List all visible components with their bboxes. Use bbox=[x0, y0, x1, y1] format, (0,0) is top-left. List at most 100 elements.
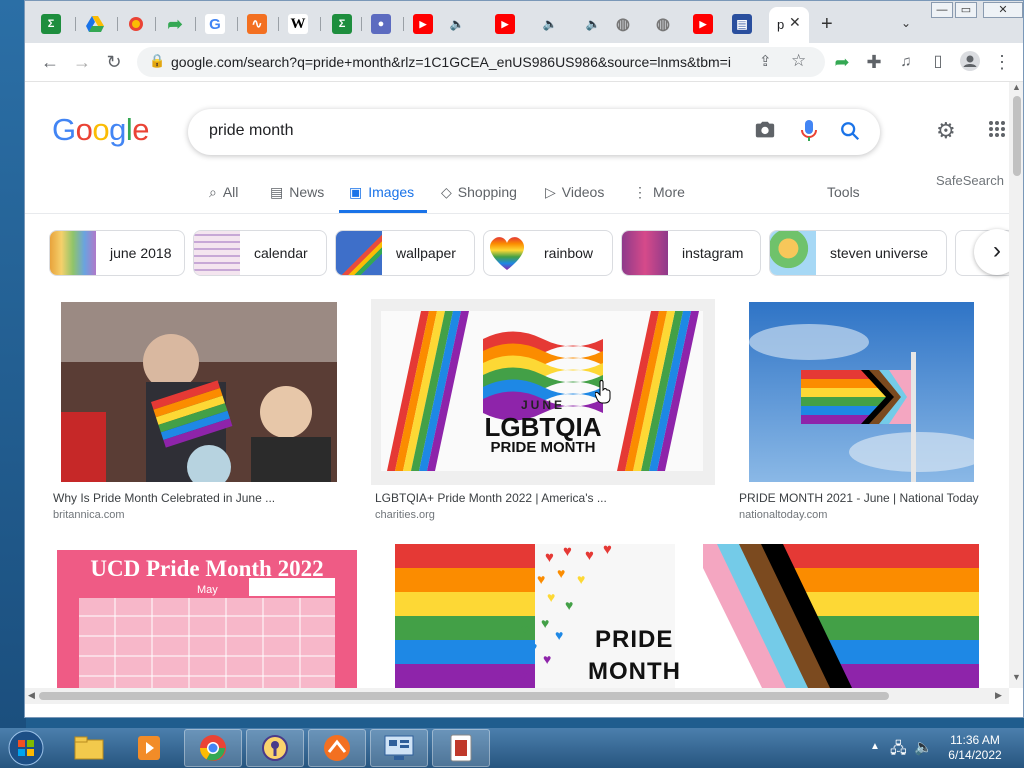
horizontal-scrollbar[interactable]: ◀ ▶ bbox=[25, 688, 1009, 704]
svg-text:♥: ♥ bbox=[557, 565, 565, 581]
play-icon: ▷ bbox=[545, 183, 556, 200]
tab-all[interactable]: ⌕ All bbox=[209, 182, 238, 202]
settings-gear-icon[interactable]: ⚙ bbox=[936, 118, 956, 144]
result-title[interactable]: LGBTQIA+ Pride Month 2022 | America's ..… bbox=[375, 491, 675, 505]
apps-grid-icon[interactable] bbox=[988, 120, 1006, 143]
globe-tab-icon-2[interactable]: ◍ bbox=[653, 14, 673, 34]
orange-app-tab-icon[interactable]: ∿ bbox=[247, 14, 267, 34]
image-result[interactable]: PRIDE MONTH 2021 - June | National Today… bbox=[739, 302, 979, 521]
wikipedia-tab-icon[interactable]: W bbox=[288, 14, 308, 34]
app-tab-icon[interactable]: ▤ bbox=[732, 14, 752, 34]
active-tab[interactable]: p ✕ bbox=[769, 7, 809, 43]
share-extension-icon[interactable]: ➦ bbox=[831, 51, 853, 73]
start-button[interactable] bbox=[4, 728, 48, 768]
horizontal-scroll-thumb[interactable] bbox=[39, 692, 889, 700]
safesearch-label[interactable]: SafeSearch bbox=[936, 173, 1004, 188]
tab-videos[interactable]: ▷ Videos bbox=[545, 182, 604, 202]
show-hidden-icons-icon[interactable]: ▲ bbox=[870, 741, 880, 752]
scroll-down-icon[interactable]: ▼ bbox=[1012, 672, 1021, 682]
tools-button[interactable]: Tools bbox=[827, 182, 860, 202]
colorful-tab-icon[interactable] bbox=[126, 14, 146, 34]
search-query[interactable]: pride month bbox=[209, 122, 294, 140]
image-result[interactable]: UCD Pride Month 2022 May bbox=[57, 550, 357, 688]
extensions-puzzle-icon[interactable]: ✚ bbox=[863, 51, 885, 73]
forward-arrow-icon[interactable]: → bbox=[71, 51, 93, 73]
tab-shopping[interactable]: ◇ Shopping bbox=[441, 182, 517, 202]
minimize-icon[interactable]: — bbox=[931, 2, 953, 18]
tab-more[interactable]: ⋮ More bbox=[633, 182, 685, 202]
image-result[interactable]: Why Is Pride Month Celebrated in June ..… bbox=[53, 302, 337, 521]
media-player-icon[interactable] bbox=[120, 729, 178, 767]
audio-tab-icon[interactable]: 🔈 bbox=[447, 14, 467, 34]
google-tab-icon[interactable]: G bbox=[205, 14, 225, 34]
result-title[interactable]: PRIDE MONTH 2021 - June | National Today bbox=[739, 491, 989, 505]
audio-tab-icon-2[interactable]: 🔈 bbox=[540, 14, 560, 34]
browser-window: Σ ➦ G ∿ W Σ ● ▶ 🔈 ▶ 🔈 🔈 ◍ ◍ ▶ ▤ p ✕ + ⌄ … bbox=[24, 0, 1024, 718]
chip-instagram[interactable]: instagram bbox=[621, 230, 761, 276]
svg-text:♥: ♥ bbox=[541, 615, 549, 631]
audio-tab-icon-3[interactable]: 🔈 bbox=[583, 14, 603, 34]
media-controls-icon[interactable]: ♫ bbox=[895, 51, 917, 73]
system-clock[interactable]: 11:36 AM 6/14/2022 bbox=[940, 733, 1010, 763]
search-icon[interactable] bbox=[839, 120, 861, 147]
card-game-icon[interactable] bbox=[432, 729, 490, 767]
chip-rainbow[interactable]: rainbow bbox=[483, 230, 613, 276]
result-source[interactable]: charities.org bbox=[375, 509, 435, 521]
scroll-up-icon[interactable]: ▲ bbox=[1012, 82, 1021, 92]
maximize-icon[interactable]: ▭ bbox=[955, 2, 977, 18]
image-text-pride-month: PRIDE MONTH bbox=[490, 439, 596, 456]
camera-icon[interactable] bbox=[754, 119, 776, 146]
bookmark-star-icon[interactable]: ☆ bbox=[791, 51, 806, 71]
chip-label: instagram bbox=[682, 245, 744, 261]
network-icon[interactable]: 🖧 bbox=[890, 738, 907, 763]
search-box[interactable]: pride month bbox=[188, 109, 880, 155]
image-result[interactable] bbox=[703, 544, 979, 688]
sheets-tab-icon-2[interactable]: Σ bbox=[332, 14, 352, 34]
sheets-tab-icon[interactable]: Σ bbox=[41, 14, 61, 34]
scroll-right-icon[interactable]: ▶ bbox=[995, 690, 1002, 701]
close-window-icon[interactable]: ✕ bbox=[983, 2, 1023, 18]
chip-steven-universe[interactable]: steven universe bbox=[769, 230, 947, 276]
close-tab-icon[interactable]: ✕ bbox=[789, 14, 801, 31]
microphone-icon[interactable] bbox=[800, 119, 818, 148]
vertical-scrollbar[interactable]: ▲ ▼ bbox=[1009, 82, 1023, 688]
side-panel-icon[interactable]: ▯ bbox=[927, 51, 949, 73]
tab-label: Shopping bbox=[457, 184, 517, 200]
profile-avatar-icon[interactable] bbox=[959, 51, 981, 73]
youtube-tab-icon-3[interactable]: ▶ bbox=[693, 14, 713, 34]
tab-news[interactable]: ▤ News bbox=[270, 182, 324, 202]
tab-images[interactable]: ▣ Images bbox=[349, 182, 414, 202]
image-result[interactable]: ♥ ♥ ♥ ♥ ♥ ♥ ♥ ♥ ♥ ♥ ♥ ♥ ♥ ♥ ♥ ♥ ♥ ♥ PRIDE MONTH bbox=[395, 544, 680, 688]
chip-wallpaper[interactable]: wallpaper bbox=[335, 230, 475, 276]
chip-calendar[interactable]: calendar bbox=[193, 230, 327, 276]
chrome-taskbar-icon[interactable] bbox=[184, 729, 242, 767]
chevron-down-icon[interactable]: ⌄ bbox=[901, 16, 911, 30]
drive-tab-icon[interactable] bbox=[85, 14, 105, 34]
chip-june-2018[interactable]: june 2018 bbox=[49, 230, 185, 276]
image-text-pride: PRIDE bbox=[595, 626, 674, 653]
share-tab-icon[interactable]: ➦ bbox=[165, 14, 185, 34]
key-app-icon[interactable] bbox=[246, 729, 304, 767]
back-arrow-icon[interactable]: ← bbox=[39, 51, 61, 73]
image-result[interactable]: JUNE LGBTQIA PRIDE MONTH LGBTQIA+ Pride … bbox=[371, 299, 715, 521]
vertical-scroll-thumb[interactable] bbox=[1013, 96, 1021, 176]
menu-kebab-icon[interactable]: ⋮ bbox=[991, 51, 1013, 73]
remote-desktop-icon[interactable] bbox=[370, 729, 428, 767]
tab-label: Videos bbox=[561, 184, 605, 200]
file-explorer-icon[interactable] bbox=[60, 729, 118, 767]
new-tab-icon[interactable]: + bbox=[821, 13, 833, 36]
youtube-tab-icon[interactable]: ▶ bbox=[413, 14, 433, 34]
google-logo[interactable]: Google bbox=[52, 112, 150, 148]
reload-icon[interactable]: ↻ bbox=[103, 51, 125, 73]
result-source[interactable]: nationaltoday.com bbox=[739, 509, 827, 521]
profile-tab-icon[interactable]: ● bbox=[371, 14, 391, 34]
volume-icon[interactable]: 🔈 bbox=[914, 738, 933, 756]
result-source[interactable]: britannica.com bbox=[53, 509, 125, 521]
result-title[interactable]: Why Is Pride Month Celebrated in June ..… bbox=[53, 491, 343, 505]
youtube-tab-icon-2[interactable]: ▶ bbox=[495, 14, 515, 34]
orange-app-icon[interactable] bbox=[308, 729, 366, 767]
share-icon[interactable]: ⇪ bbox=[759, 52, 772, 70]
globe-tab-icon[interactable]: ◍ bbox=[613, 14, 633, 34]
scroll-left-icon[interactable]: ◀ bbox=[28, 690, 35, 701]
address-bar[interactable]: 🔒 google.com/search?q=pride+month&rlz=1C… bbox=[137, 47, 825, 77]
